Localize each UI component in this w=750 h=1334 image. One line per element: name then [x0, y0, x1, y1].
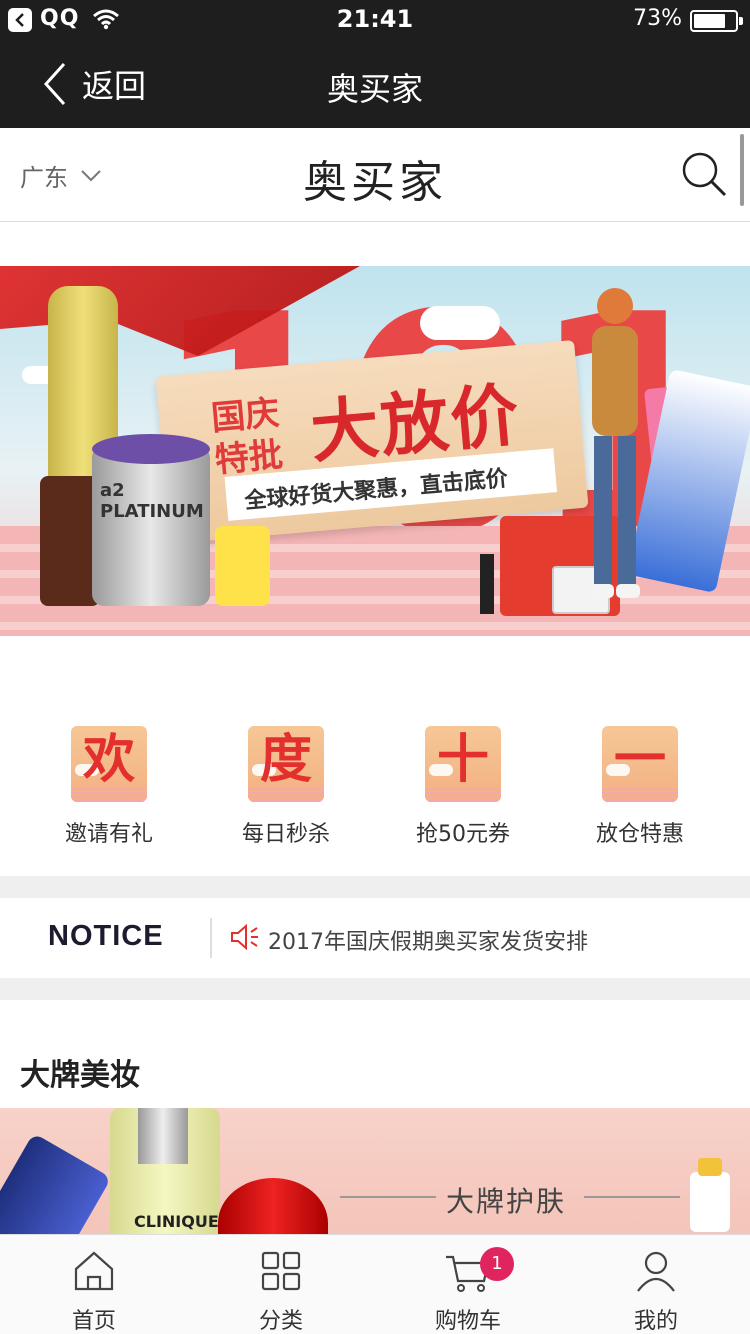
quick-item-label: 每日秒杀: [241, 822, 330, 847]
bottle-brand-label: CLINIQUE: [134, 1212, 219, 1231]
invite-icon: 欢: [71, 726, 147, 802]
quick-item-clearance[interactable]: 一 放仓特惠: [552, 726, 728, 848]
milk-powder-can-image: a2 PLATINUM: [92, 434, 210, 606]
section-divider: [0, 876, 750, 898]
quick-menu: 欢 邀请有礼 度 每日秒杀 十 抢50元券 一 放仓特惠: [0, 700, 750, 876]
quick-item-coupon[interactable]: 十 抢50元券: [375, 726, 551, 848]
battery-icon: [690, 10, 743, 32]
quick-item-label: 邀请有礼: [64, 822, 153, 847]
clearance-icon: 一: [602, 726, 678, 802]
section-title: 大牌美妆: [20, 1058, 140, 1093]
nav-bar: 返回 奥买家: [0, 40, 750, 128]
tube-image: [690, 1158, 730, 1232]
speaker-icon: [231, 924, 258, 950]
site-header: 广东 奥买家: [0, 128, 750, 222]
quick-item-flash-sale[interactable]: 度 每日秒杀: [198, 726, 374, 848]
tab-label: 分类: [258, 1309, 303, 1334]
cloud-graphic: [420, 306, 500, 340]
tab-label: 我的: [633, 1309, 678, 1334]
notice-bar[interactable]: NOTICE 2017年国庆假期奥买家发货安排: [0, 898, 750, 978]
quick-item-label: 放仓特惠: [595, 822, 684, 847]
quick-item-label: 抢50元券: [416, 822, 510, 847]
perfume-bottle-image: [0, 1132, 112, 1248]
tab-home[interactable]: 首页: [34, 1247, 154, 1334]
model-figure-image: [590, 288, 640, 598]
tab-label: 首页: [71, 1309, 116, 1334]
quick-item-invite[interactable]: 欢 邀请有礼: [21, 726, 197, 848]
search-icon[interactable]: [680, 150, 728, 198]
section-divider: [0, 978, 750, 1000]
site-logo-text: 奥买家: [303, 157, 447, 208]
tag-small-text: 国庆 特批: [209, 393, 285, 481]
user-icon: [632, 1247, 680, 1295]
scrollbar: [740, 134, 744, 206]
vitamin-jar-image: [215, 526, 270, 606]
grid-icon: [257, 1247, 305, 1295]
supplement-bottle-image: [40, 476, 100, 606]
can-brand-label: a2 PLATINUM: [100, 480, 204, 522]
tab-category[interactable]: 分类: [221, 1247, 341, 1334]
status-bar: QQ 21:41 73%: [0, 0, 750, 40]
tab-profile[interactable]: 我的: [596, 1247, 716, 1334]
home-icon: [70, 1247, 118, 1295]
tab-label: 购物车: [434, 1309, 501, 1334]
cart-count-badge: 1: [480, 1247, 514, 1281]
beauty-banner[interactable]: CLINIQUE 大牌护肤 加工肌肤的秘密就在这里: [0, 1108, 750, 1248]
battery-percent: 73%: [633, 6, 682, 31]
tab-bar: 首页 分类 购物车 1 我的: [0, 1234, 750, 1334]
banner-title: 大牌护肤: [446, 1185, 567, 1218]
notice-tag: NOTICE: [48, 920, 164, 952]
flash-sale-icon: 度: [248, 726, 324, 802]
nav-title: 奥买家: [326, 70, 423, 108]
hero-banner[interactable]: 101 国庆 特批 大放价 全球好货大聚惠，直击底价 a2 PLATINUM: [0, 266, 750, 636]
lotion-bottle-image: CLINIQUE: [110, 1108, 220, 1248]
coupon-icon: 十: [425, 726, 501, 802]
lipstick-image: [480, 554, 494, 614]
notice-text[interactable]: 2017年国庆假期奥买家发货安排: [268, 924, 588, 956]
